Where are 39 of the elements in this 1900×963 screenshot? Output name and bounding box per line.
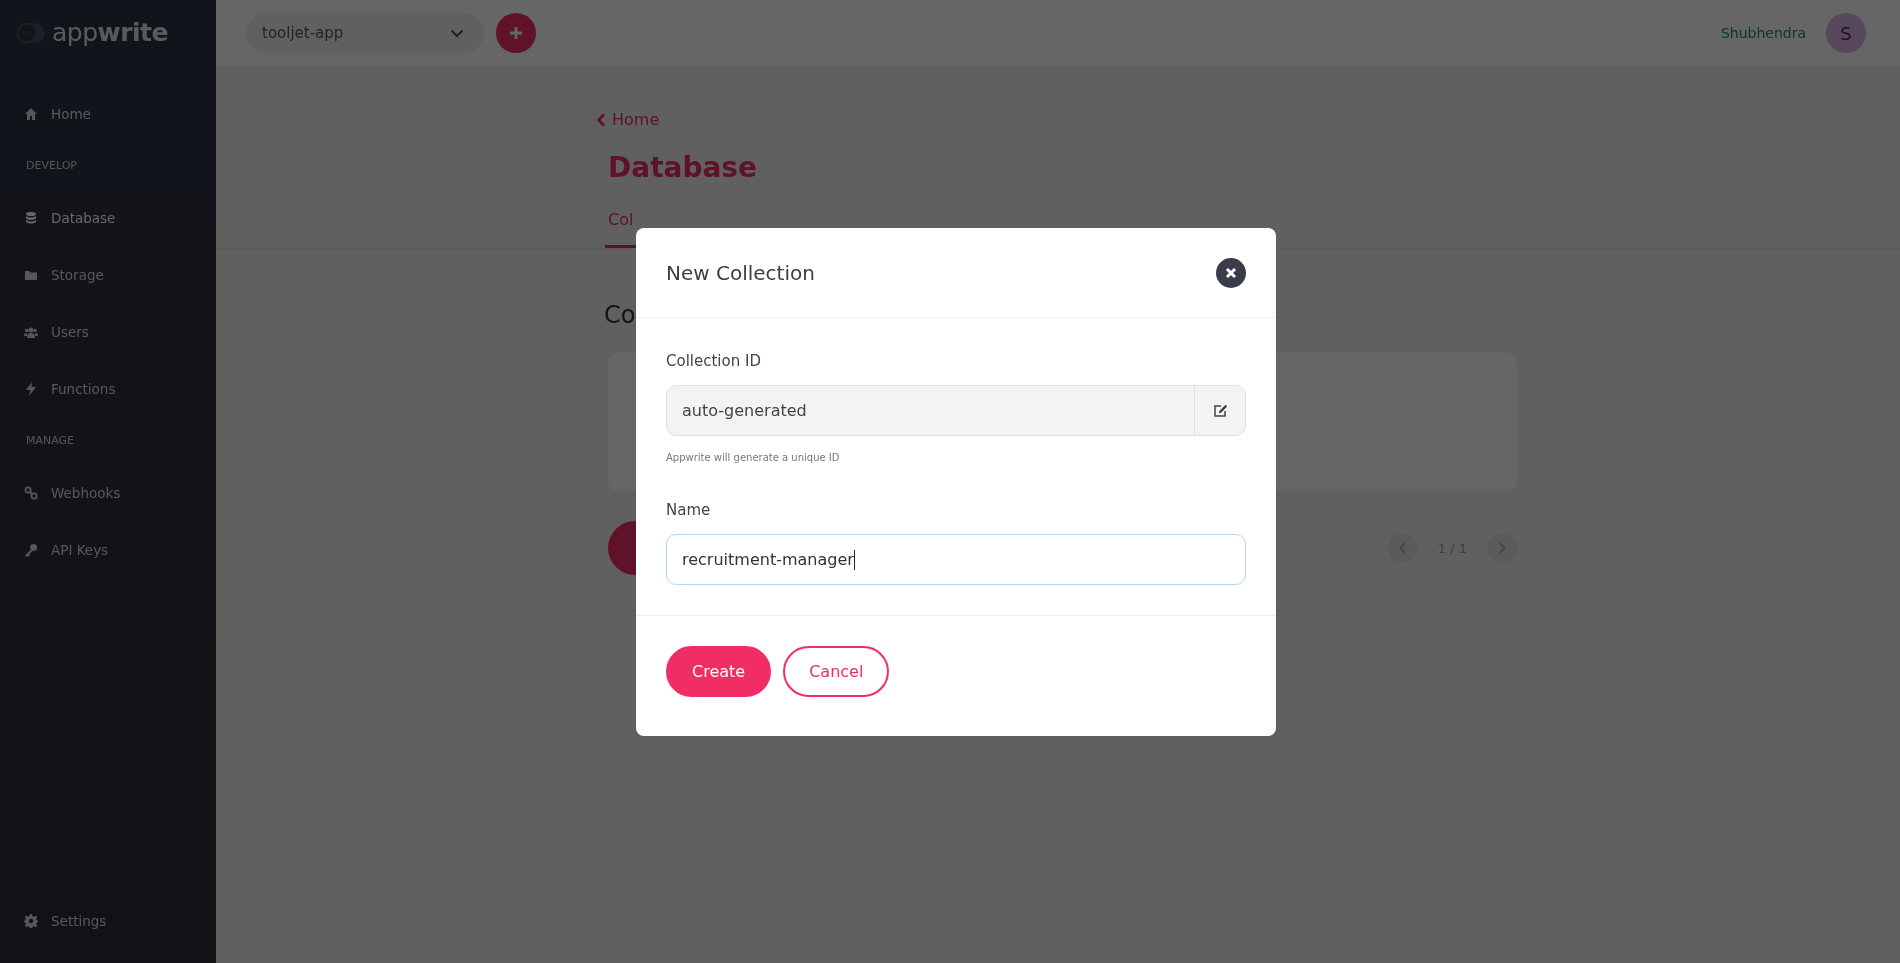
home-icon bbox=[24, 106, 38, 121]
sidebar-item[interactable]: Webhooks bbox=[0, 464, 216, 521]
edit-button[interactable] bbox=[1194, 386, 1245, 435]
sidebar-item[interactable]: Home bbox=[0, 85, 216, 142]
name-input[interactable]: recruitment-manager bbox=[666, 534, 1246, 585]
back-link[interactable]: Home bbox=[596, 110, 660, 129]
logo-text: appwrite bbox=[52, 18, 168, 47]
database-icon bbox=[24, 210, 38, 225]
settings-icon bbox=[24, 913, 38, 928]
edit-icon bbox=[1212, 403, 1228, 418]
dialog-title: New Collection bbox=[666, 260, 815, 285]
link-icon bbox=[24, 485, 38, 500]
sidebar-item[interactable]: Storage bbox=[0, 246, 216, 303]
field-label: Name bbox=[666, 501, 712, 519]
page-title: Database bbox=[608, 151, 757, 184]
id-field[interactable]: auto-generated bbox=[666, 385, 1246, 436]
key-icon bbox=[24, 542, 38, 557]
section-heading: MANAGE bbox=[25, 433, 76, 449]
close-button[interactable] bbox=[1216, 257, 1246, 288]
sidebar-item[interactable]: Users bbox=[0, 303, 216, 360]
section-heading: DEVELOP bbox=[25, 158, 78, 174]
project-select[interactable]: tooljet-app bbox=[246, 13, 484, 53]
close-icon bbox=[1225, 266, 1237, 279]
add-project-button[interactable] bbox=[496, 13, 536, 53]
cancel-button[interactable]: Cancel bbox=[783, 646, 890, 697]
lightning-icon bbox=[24, 381, 38, 396]
chevron-down-icon bbox=[450, 28, 464, 38]
user-avatar[interactable]: S bbox=[1826, 13, 1866, 53]
plus-icon bbox=[509, 26, 523, 40]
sidebar-item[interactable]: Functions bbox=[0, 360, 216, 417]
field-label: Collection ID bbox=[666, 352, 762, 370]
sidebar-item[interactable]: Settings bbox=[0, 892, 216, 949]
section-title: Co bbox=[604, 301, 636, 329]
sidebar-item[interactable]: Database bbox=[0, 189, 216, 246]
create-button[interactable]: Create bbox=[666, 646, 772, 697]
chevron-left-icon bbox=[596, 112, 606, 127]
sidebar-item[interactable]: API Keys bbox=[0, 521, 216, 578]
user-name[interactable]: Shubhendra bbox=[1720, 25, 1806, 41]
field-hint: Appwrite will generate a unique ID bbox=[666, 452, 841, 463]
